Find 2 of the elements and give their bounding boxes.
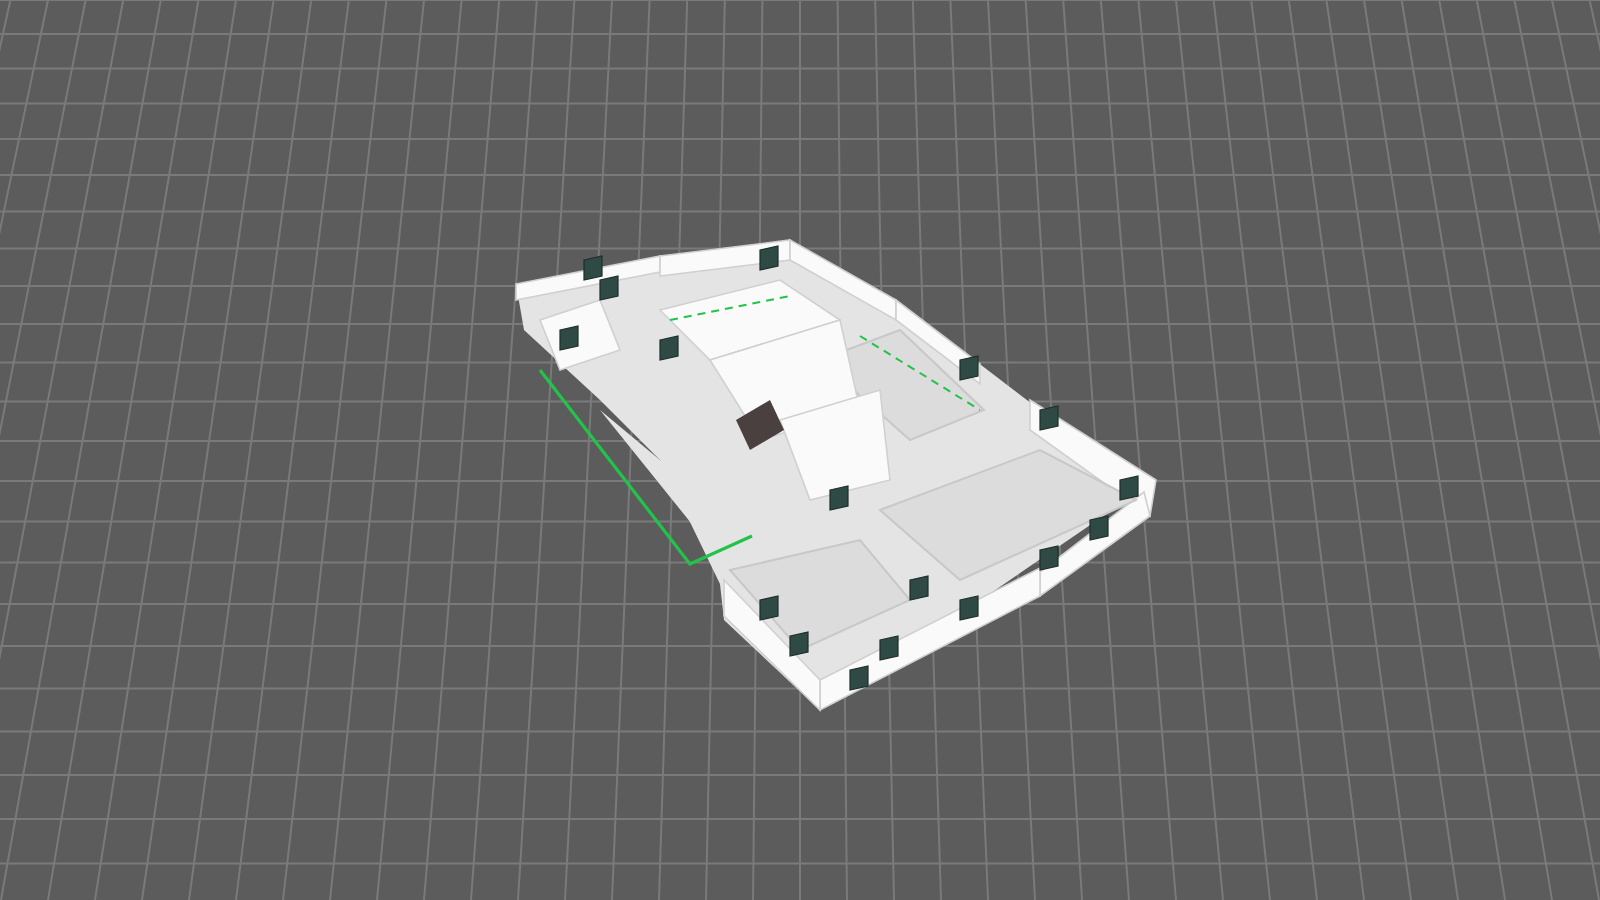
floor-plan-model-drawing[interactable] bbox=[515, 238, 1157, 712]
viewport[interactable] bbox=[0, 0, 1600, 900]
